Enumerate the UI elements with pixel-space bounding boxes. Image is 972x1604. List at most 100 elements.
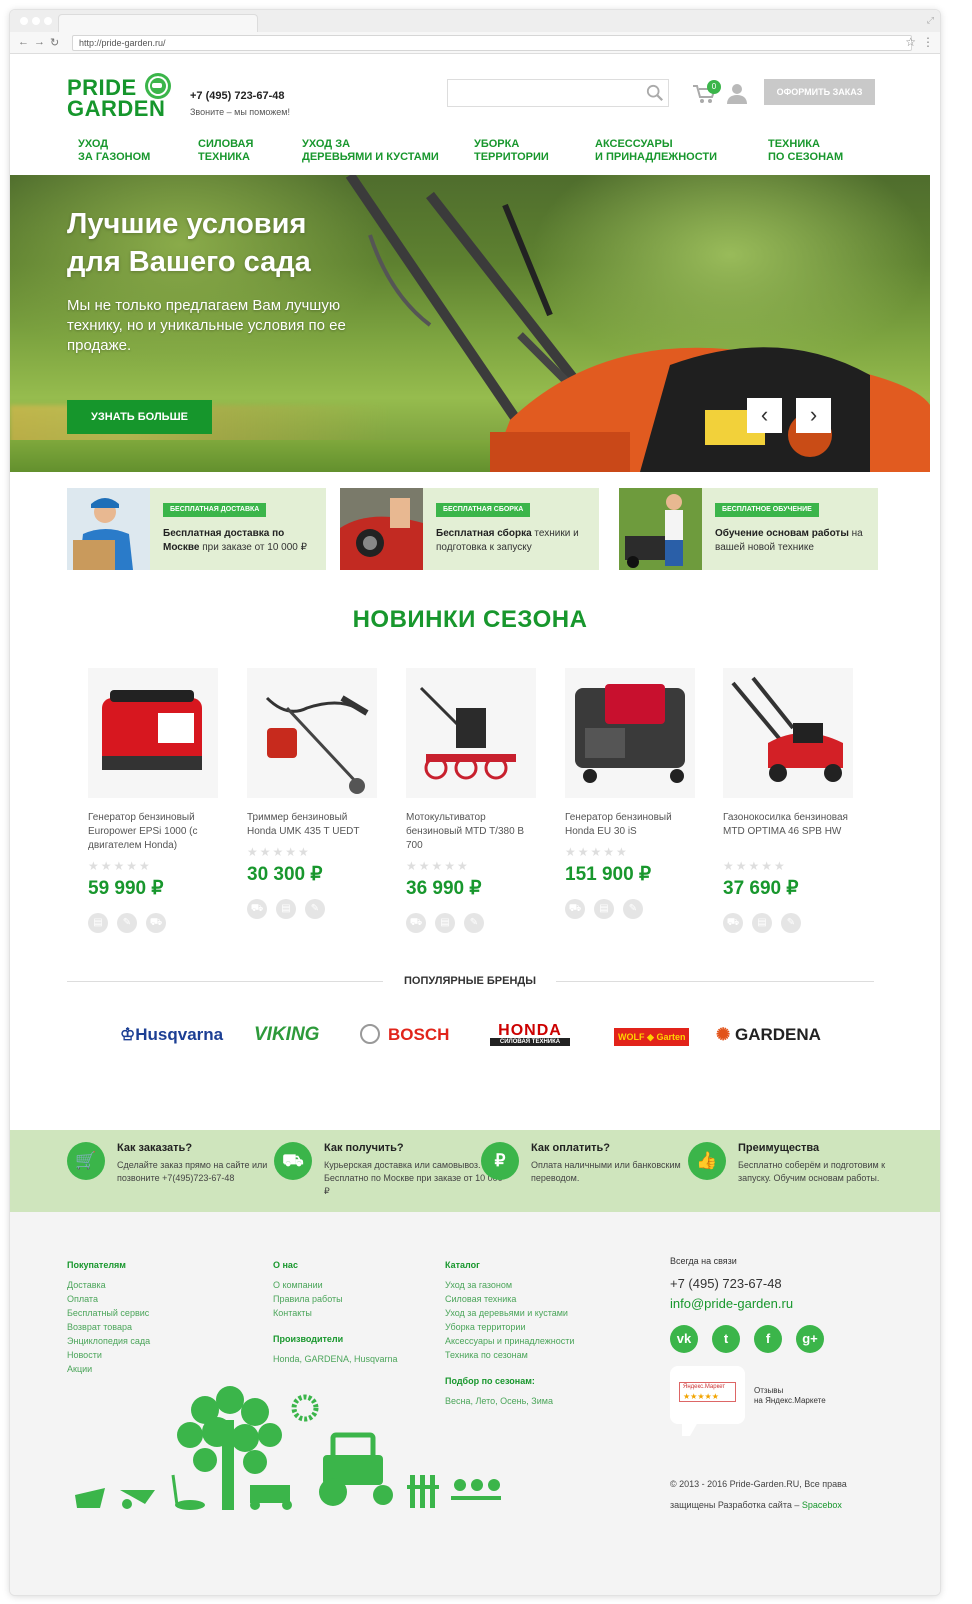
- footer-link[interactable]: Техника по сезонам: [445, 1348, 574, 1362]
- footer-link[interactable]: Возврат товара: [67, 1320, 150, 1334]
- footer-link[interactable]: Honda, GARDENA, Husqvarna: [273, 1352, 398, 1366]
- bookmark-star-icon[interactable]: ☆: [905, 35, 916, 49]
- footer-link[interactable]: Оплата: [67, 1292, 150, 1306]
- gardener-image: [619, 488, 702, 570]
- nav-item-accessories[interactable]: Аксессуары и принадлежности: [595, 138, 717, 164]
- window-dot[interactable]: [32, 17, 40, 25]
- product-name[interactable]: Генератор бензиновый Europower EPSi 1000…: [88, 811, 218, 853]
- vk-icon[interactable]: vk: [670, 1325, 698, 1353]
- product-image[interactable]: [565, 668, 695, 798]
- fullscreen-icon[interactable]: ⤢: [927, 15, 934, 26]
- footer-link[interactable]: Бесплатный сервис: [67, 1306, 150, 1320]
- brand-bosch[interactable]: BOSCH: [360, 1024, 449, 1046]
- browser-tab[interactable]: [58, 14, 258, 32]
- footer-link[interactable]: О компании: [273, 1278, 398, 1292]
- feature-text: Обучение основам работы на вашей новой т…: [715, 528, 863, 553]
- footer-link[interactable]: Новости: [67, 1348, 150, 1362]
- slider-prev-button[interactable]: ‹: [747, 398, 782, 433]
- site-logo[interactable]: PRIDE GARDEN: [67, 73, 177, 129]
- manual-icon[interactable]: ▤: [752, 913, 772, 933]
- developer-link[interactable]: Spacebox: [802, 1500, 842, 1510]
- browser-menu-icon[interactable]: ⋮: [922, 35, 934, 49]
- manual-icon[interactable]: ▤: [594, 899, 614, 919]
- browser-toolbar: ← → ↻ http://pride-garden.ru/ ☆ ⋮: [10, 32, 940, 54]
- brand-gardena[interactable]: ✺ GARDENA: [716, 1024, 821, 1046]
- search-input[interactable]: [447, 79, 669, 107]
- footer-link[interactable]: Уход за газоном: [445, 1278, 574, 1292]
- facebook-icon[interactable]: f: [754, 1325, 782, 1353]
- service-icon[interactable]: ✎: [781, 913, 801, 933]
- nav-item-power[interactable]: Силовая техника: [198, 138, 253, 164]
- footer-link[interactable]: Уборка территории: [445, 1320, 574, 1334]
- nav-item-trees[interactable]: Уход за деревьями и кустами: [302, 138, 439, 164]
- reload-icon[interactable]: ↻: [50, 36, 59, 49]
- product-name[interactable]: Триммер бензиновый Honda UMK 435 T UEDT: [247, 811, 377, 839]
- header-phone[interactable]: +7 (495) 723-67-48: [190, 90, 284, 102]
- feature-delivery[interactable]: Бесплатная доставка Бесплатная доставка …: [67, 488, 326, 570]
- footer-link[interactable]: Правила работы: [273, 1292, 398, 1306]
- delivery-icon[interactable]: ⛟: [565, 899, 585, 919]
- contact-phone[interactable]: +7 (495) 723-67-48: [670, 1276, 782, 1291]
- footer-link[interactable]: Энциклопедия сада: [67, 1334, 150, 1348]
- feature-assembly[interactable]: Бесплатная сборка Бесплатная сборка техн…: [340, 488, 599, 570]
- learn-more-button[interactable]: Узнать больше: [67, 400, 212, 434]
- checkout-button[interactable]: Оформить заказ: [764, 79, 875, 105]
- footer-link[interactable]: Аксессуары и принадлежности: [445, 1334, 574, 1348]
- window-dot[interactable]: [44, 17, 52, 25]
- footer-about: О нас О компании Правила работы Контакты…: [273, 1258, 398, 1366]
- product-card[interactable]: Газонокосилка бензиновая MTD OPTIMA 46 S…: [723, 668, 873, 948]
- delivery-icon[interactable]: ⛟: [247, 899, 267, 919]
- service-icon[interactable]: ✎: [117, 913, 137, 933]
- nav-item-seasons[interactable]: Техника по сезонам: [768, 138, 843, 164]
- footer-link[interactable]: Контакты: [273, 1306, 398, 1320]
- product-card[interactable]: Триммер бензиновый Honda UMK 435 T UEDT …: [247, 668, 397, 948]
- browser-window: ⤢ ← → ↻ http://pride-garden.ru/ ☆ ⋮ PRID…: [10, 10, 940, 1595]
- feature-training[interactable]: Бесплатное обучение Обучение основам раб…: [619, 488, 878, 570]
- product-name[interactable]: Мотокультиватор бензиновый MTD T/380 B 7…: [406, 811, 536, 853]
- yandex-market-link[interactable]: Отзывы на Яндекс.Маркете: [754, 1386, 826, 1406]
- user-icon[interactable]: [726, 82, 748, 104]
- product-image[interactable]: [406, 668, 536, 798]
- footer-link[interactable]: Доставка: [67, 1278, 150, 1292]
- search-icon[interactable]: [646, 84, 664, 102]
- slider-next-button[interactable]: ›: [796, 398, 831, 433]
- manual-icon[interactable]: ▤: [88, 913, 108, 933]
- delivery-icon[interactable]: ⛟: [146, 913, 166, 933]
- footer-link[interactable]: Акции: [67, 1362, 150, 1376]
- info-title: Как получить?: [324, 1142, 404, 1154]
- product-price: 59 990 ₽: [88, 878, 164, 899]
- browser-titlebar: ⤢: [10, 10, 940, 32]
- footer-link[interactable]: Силовая техника: [445, 1292, 574, 1306]
- manual-icon[interactable]: ▤: [276, 899, 296, 919]
- forward-icon[interactable]: →: [34, 36, 45, 48]
- product-name[interactable]: Генератор бензиновый Honda EU 30 iS: [565, 811, 695, 839]
- service-icon[interactable]: ✎: [305, 899, 325, 919]
- product-card[interactable]: Генератор бензиновый Honda EU 30 iS ★★★★…: [565, 668, 715, 948]
- product-image[interactable]: [723, 668, 853, 798]
- brand-husqvarna[interactable]: ♔Husqvarna: [120, 1024, 223, 1046]
- service-icon[interactable]: ✎: [623, 899, 643, 919]
- footer-link[interactable]: Уход за деревьями и кустами: [445, 1306, 574, 1320]
- product-name[interactable]: Газонокосилка бензиновая MTD OPTIMA 46 S…: [723, 811, 853, 839]
- address-bar[interactable]: http://pride-garden.ru/: [72, 35, 912, 51]
- brand-wolf[interactable]: WOLF ◆ Garten: [614, 1028, 690, 1046]
- service-icon[interactable]: ✎: [464, 913, 484, 933]
- brand-honda[interactable]: HONDA СИЛОВАЯ ТЕХНИКА: [490, 1023, 570, 1046]
- delivery-icon[interactable]: ⛟: [723, 913, 743, 933]
- window-dot[interactable]: [20, 17, 28, 25]
- brand-viking[interactable]: VIKING: [254, 1024, 319, 1046]
- contact-email[interactable]: info@pride-garden.ru: [670, 1296, 793, 1311]
- back-icon[interactable]: ←: [18, 36, 29, 48]
- twitter-icon[interactable]: t: [712, 1325, 740, 1353]
- product-card[interactable]: Генератор бензиновый Europower EPSi 1000…: [88, 668, 238, 948]
- yandex-market-widget[interactable]: Яндекс.Маркет ★★★★★: [670, 1366, 745, 1436]
- section-title-new: НОВИНКИ СЕЗОНА: [352, 606, 588, 633]
- nav-item-lawn[interactable]: Уход за газоном: [78, 138, 150, 164]
- product-card[interactable]: Мотокультиватор бензиновый MTD T/380 B 7…: [406, 668, 556, 948]
- nav-item-cleaning[interactable]: Уборка территории: [474, 138, 549, 164]
- manual-icon[interactable]: ▤: [435, 913, 455, 933]
- delivery-icon[interactable]: ⛟: [406, 913, 426, 933]
- google-plus-icon[interactable]: g+: [796, 1325, 824, 1353]
- product-image[interactable]: [247, 668, 377, 798]
- product-image[interactable]: [88, 668, 218, 798]
